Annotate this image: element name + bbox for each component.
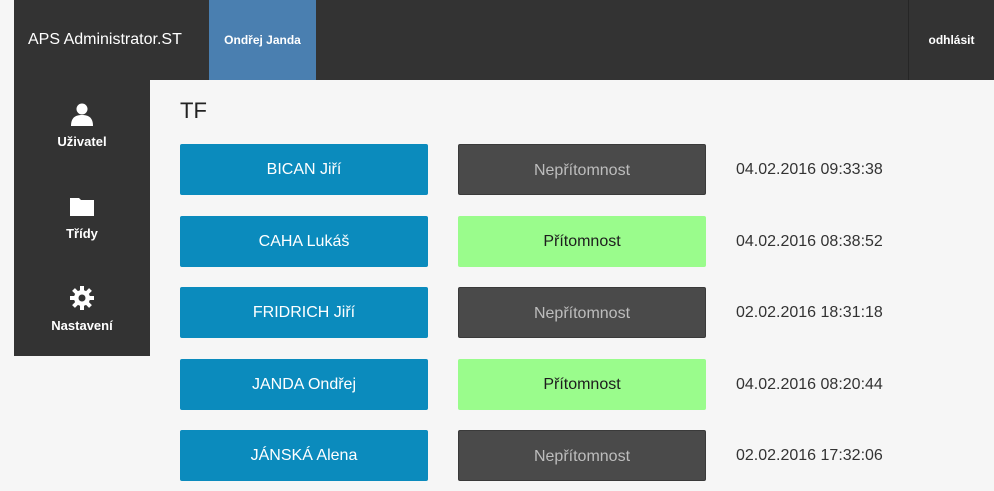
page-title: TF [180, 98, 207, 123]
user-icon [71, 103, 93, 126]
timestamp: 04.02.2016 08:38:52 [736, 233, 883, 250]
timestamp: 04.02.2016 08:20:44 [736, 376, 883, 393]
status-button[interactable]: Nepřítomnost [458, 287, 706, 338]
table-row: CAHA Lukáš Přítomnost 04.02.2016 08:38:5… [180, 216, 900, 267]
sidebar-item-user[interactable]: Uživatel [14, 80, 150, 172]
sidebar-item-settings[interactable]: Nastavení [14, 264, 150, 356]
sidebar-item-label: Uživatel [57, 134, 107, 149]
sidebar-item-label: Třídy [66, 226, 98, 241]
top-bar: APS Administrator.ST Ondřej Janda odhlás… [14, 0, 994, 80]
person-button[interactable]: CAHA Lukáš [180, 216, 428, 267]
status-button[interactable]: Přítomnost [458, 359, 706, 410]
user-tab[interactable]: Ondřej Janda [209, 0, 316, 80]
status-button[interactable]: Nepřítomnost [458, 430, 706, 481]
table-row: BICAN Jiří Nepřítomnost 04.02.2016 09:33… [180, 144, 900, 195]
timestamp: 02.02.2016 17:32:06 [736, 447, 883, 464]
timestamp: 02.02.2016 18:31:18 [736, 304, 883, 321]
table-row: JANDA Ondřej Přítomnost 04.02.2016 08:20… [180, 359, 900, 410]
table-row: JÁNSKÁ Alena Nepřítomnost 02.02.2016 17:… [180, 430, 900, 481]
sidebar-item-classes[interactable]: Třídy [14, 172, 150, 264]
status-button[interactable]: Nepřítomnost [458, 144, 706, 195]
person-button[interactable]: JANDA Ondřej [180, 359, 428, 410]
logout-button[interactable]: odhlásit [908, 0, 994, 80]
gear-icon [70, 286, 94, 310]
person-button[interactable]: BICAN Jiří [180, 144, 428, 195]
status-button[interactable]: Přítomnost [458, 216, 706, 267]
table-row: FRIDRICH Jiří Nepřítomnost 02.02.2016 18… [180, 287, 900, 338]
person-button[interactable]: FRIDRICH Jiří [180, 287, 428, 338]
app-brand: APS Administrator.ST [28, 31, 182, 48]
person-button[interactable]: JÁNSKÁ Alena [180, 430, 428, 481]
sidebar: Uživatel Třídy Nastavení [14, 80, 150, 356]
sidebar-item-label: Nastavení [51, 318, 113, 333]
timestamp: 04.02.2016 09:33:38 [736, 161, 883, 178]
folder-icon [70, 198, 94, 216]
